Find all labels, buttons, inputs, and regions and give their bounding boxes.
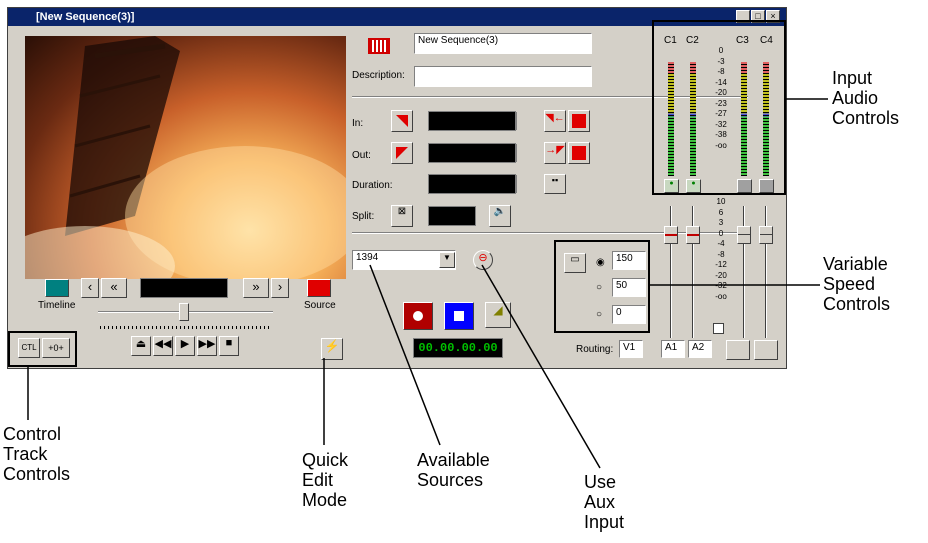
- callout-line: Audio: [832, 88, 879, 108]
- callout-quick-edit: Quick Edit Mode: [302, 450, 348, 510]
- callout-input-audio: Input Audio Controls: [832, 68, 899, 128]
- callout-line: Variable: [823, 254, 888, 274]
- callout-line: Speed: [823, 274, 876, 294]
- callout-line: Aux: [584, 492, 616, 512]
- callout-line: Track: [3, 444, 48, 464]
- callout-line: Edit: [302, 470, 334, 490]
- callout-line: Quick: [302, 450, 349, 470]
- callout-line: Mode: [302, 490, 348, 510]
- callout-line: Controls: [3, 464, 71, 484]
- callout-line: Sources: [417, 470, 484, 490]
- callout-use-aux: Use Aux Input: [584, 472, 624, 532]
- callout-line: Input: [584, 512, 625, 532]
- callout-line: Use: [584, 472, 617, 492]
- callout-line: Control: [3, 424, 62, 444]
- callout-control-track: Control Track Controls: [3, 424, 70, 484]
- callout-line: Controls: [823, 294, 891, 314]
- callout-available-sources: Available Sources: [417, 450, 490, 490]
- callout-line: Available: [417, 450, 490, 470]
- callout-line: Controls: [832, 108, 900, 128]
- callout-line: Input: [832, 68, 873, 88]
- callout-variable-speed: Variable Speed Controls: [823, 254, 890, 314]
